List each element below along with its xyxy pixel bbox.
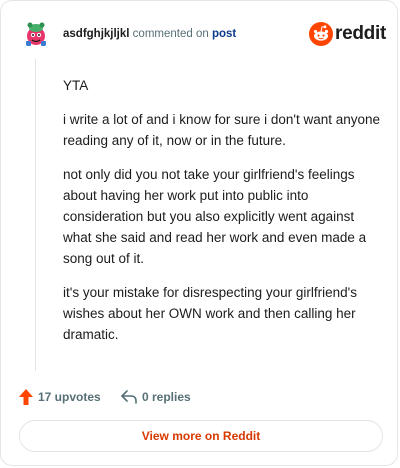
upvote-button[interactable]: 17 upvotes [19,387,101,407]
reply-arrow-icon [121,390,137,404]
reply-count: 0 replies [142,390,191,404]
snoo-avatar-icon [21,19,51,49]
reddit-wordmark: reddit [335,23,386,44]
comment-meta: asdfghjkjljkl commented on post [63,27,236,41]
upvote-count: 17 upvotes [38,390,101,404]
user-avatar[interactable] [21,19,51,49]
comment-paragraph: YTA [63,78,89,93]
upvote-arrow-icon [19,389,33,405]
comment-header: asdfghjkjljkl commented on post reddit [21,19,386,49]
comment-paragraph: not only did you not take your girlfrien… [63,167,367,266]
reddit-brand[interactable]: reddit [309,21,386,47]
comment-body: YTA i write a lot of and i know for sure… [63,75,381,358]
commented-on-text: commented on [132,28,209,40]
post-link[interactable]: post [212,28,236,40]
reply-button[interactable]: 0 replies [121,387,191,407]
comment-actions: 17 upvotes 0 replies [19,387,379,407]
username-link[interactable]: asdfghjkjljkl [63,28,129,40]
comment-paragraph: i write a lot of and i know for sure i d… [63,112,380,148]
reddit-logo-icon [309,22,333,46]
thread-line [35,59,36,371]
view-more-button[interactable]: View more on Reddit [19,420,383,452]
comment-paragraph: it's your mistake for disrespecting your… [63,285,358,342]
embedded-comment-card: asdfghjkjljkl commented on post reddit Y… [0,0,398,466]
